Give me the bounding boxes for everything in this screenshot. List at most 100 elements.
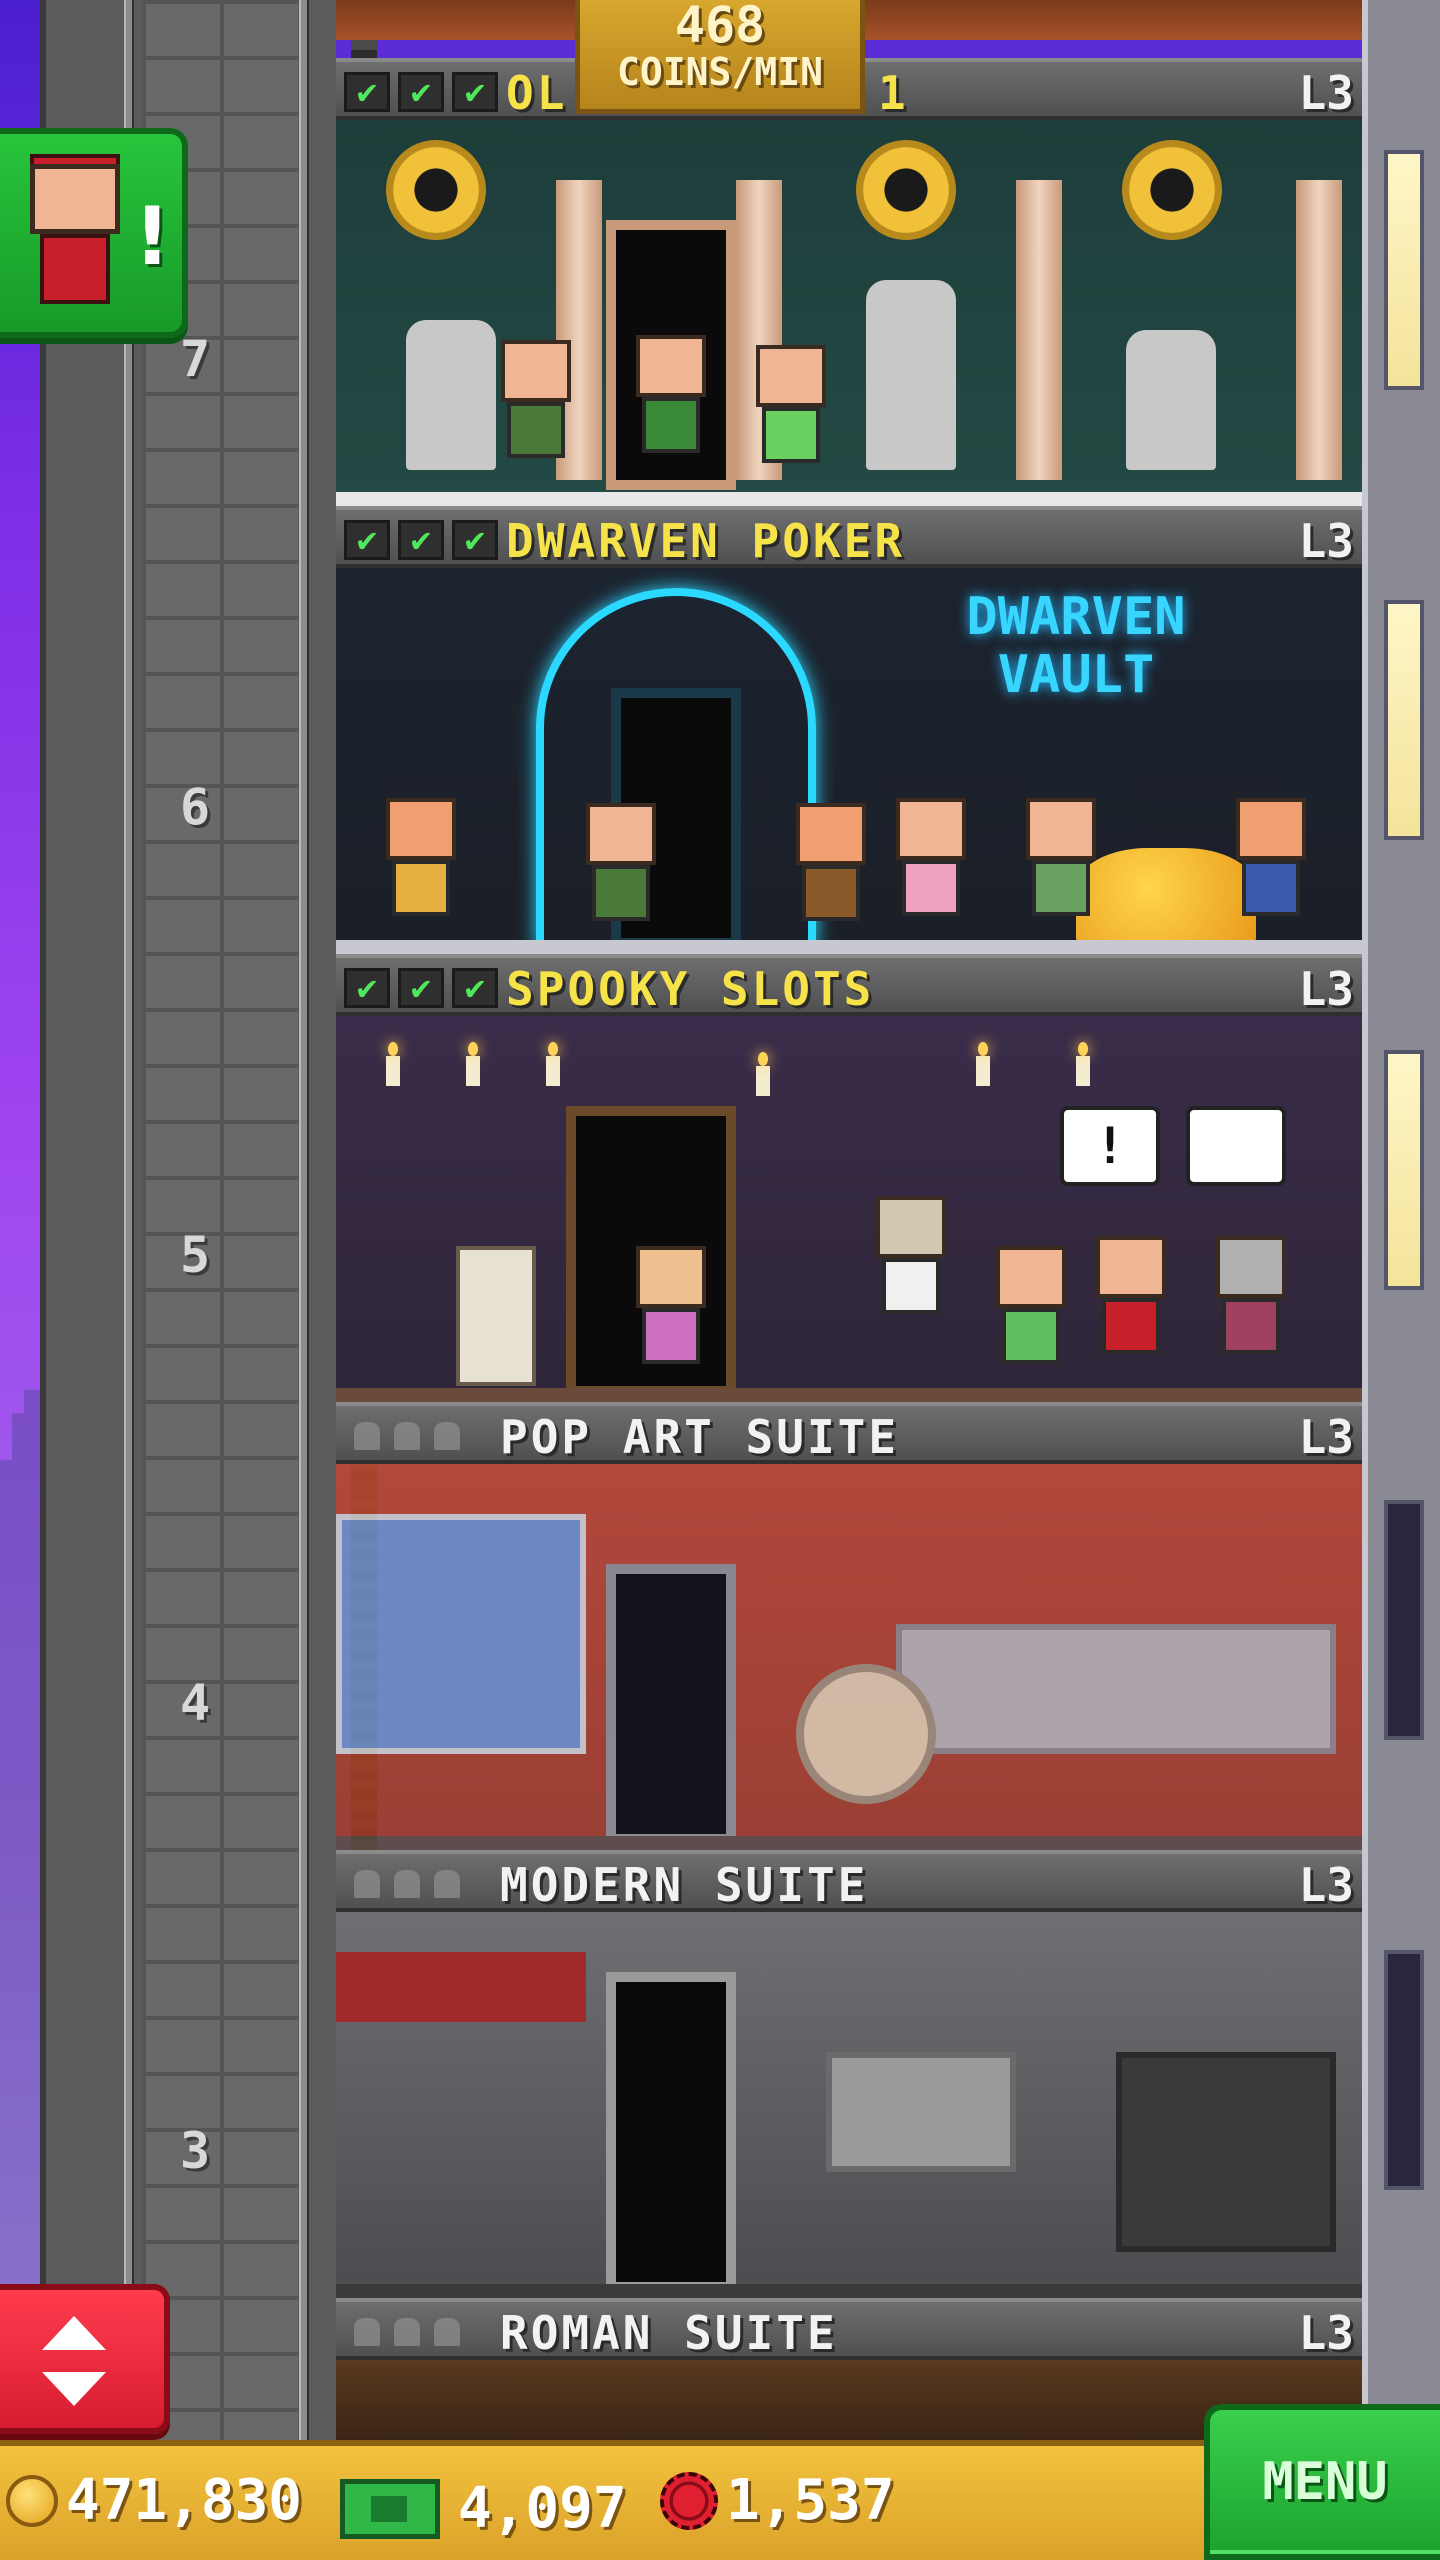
- bux-icon: [340, 2478, 440, 2539]
- bellhop-icon: [30, 164, 120, 234]
- guest-character[interactable]: [586, 803, 656, 933]
- pillar: [1016, 180, 1062, 480]
- vault-sign-line2: VAULT: [997, 645, 1155, 705]
- room-door: [606, 1972, 736, 2292]
- floor-banner[interactable]: POP ART SUITE L3: [336, 1402, 1362, 1464]
- guest-character[interactable]: [876, 1196, 946, 1326]
- floor-banner[interactable]: ROMAN SUITE L3: [336, 2298, 1362, 2360]
- statue: [1126, 330, 1216, 470]
- room-interior[interactable]: !: [336, 1016, 1362, 1402]
- stock-checks: ✔ ✔ ✔: [344, 72, 498, 112]
- floor-title: MODERN SUITE: [500, 1858, 869, 1912]
- coin-icon: [6, 2474, 58, 2527]
- room-floor: [336, 492, 1362, 506]
- pop-art-painting: [336, 1514, 586, 1754]
- guest-character[interactable]: [756, 345, 826, 475]
- bux-stat[interactable]: 4,097: [340, 2476, 627, 2541]
- room-floor: [336, 940, 1362, 954]
- room-interior[interactable]: [336, 120, 1362, 506]
- speech-bubble-wizard-icon[interactable]: [1186, 1106, 1286, 1186]
- bellhop-uniform: [40, 234, 110, 304]
- candle: [466, 1042, 480, 1086]
- speech-bubble-alert[interactable]: !: [1060, 1106, 1160, 1186]
- pillar: [1296, 180, 1342, 480]
- floor-number-3: 3: [179, 2122, 211, 2180]
- statue: [406, 320, 496, 470]
- resident-slot-icon: [394, 1870, 420, 1898]
- check-icon: ✔: [344, 968, 390, 1008]
- guest-character[interactable]: [896, 798, 966, 928]
- bellhop-notification-button[interactable]: !: [0, 128, 188, 338]
- check-icon: ✔: [344, 520, 390, 560]
- coins-per-min-banner[interactable]: 468 COINS/MIN: [575, 0, 865, 114]
- resident-slot-icon: [354, 2318, 380, 2346]
- floor-banner[interactable]: ✔ ✔ ✔ SPOOKY SLOTS L3: [336, 954, 1362, 1016]
- stock-checks: ✔ ✔ ✔: [344, 968, 498, 1008]
- resident-slot-icon: [394, 1422, 420, 1450]
- floor-number-7: 7: [179, 330, 211, 388]
- menu-button[interactable]: MENU: [1204, 2404, 1440, 2560]
- menu-label: MENU: [1262, 2452, 1388, 2512]
- zombie-character[interactable]: [1216, 1236, 1286, 1366]
- spade-emblem-icon: [856, 140, 956, 240]
- floor-banner[interactable]: MODERN SUITE L3: [336, 1850, 1362, 1912]
- check-icon: ✔: [344, 72, 390, 112]
- room-floor: [336, 1388, 1362, 1402]
- room-interior[interactable]: [336, 1912, 1362, 2298]
- coins-stat[interactable]: 471,830: [6, 2468, 302, 2533]
- dwarf-character[interactable]: [386, 798, 456, 928]
- floor-banner[interactable]: ✔ ✔ ✔ DWARVEN POKER L3: [336, 506, 1362, 568]
- wall-art: [826, 2052, 1016, 2172]
- candle: [1076, 1042, 1090, 1086]
- bellhop-character[interactable]: [1096, 1236, 1166, 1366]
- candle: [386, 1042, 400, 1086]
- candle: [976, 1042, 990, 1086]
- dwarf-character[interactable]: [1236, 798, 1306, 928]
- coins-per-min-unit: COINS/MIN: [617, 50, 823, 94]
- room-interior[interactable]: DWARVEN VAULT: [336, 568, 1362, 954]
- sofa: [896, 1624, 1336, 1754]
- floor-title: ROMAN SUITE: [500, 2306, 838, 2360]
- coins-per-min-value: 468: [674, 0, 766, 54]
- resident-slot-icon: [434, 2318, 460, 2346]
- floor-level: L3: [1298, 514, 1354, 568]
- arrow-down-icon: [42, 2372, 106, 2406]
- vault-sign-line1: DWARVEN: [966, 587, 1186, 647]
- check-icon: ✔: [398, 968, 444, 1008]
- floor-number-5: 5: [179, 1226, 211, 1284]
- shaft-rail-right: [299, 0, 309, 2440]
- guest-character[interactable]: [996, 1246, 1066, 1376]
- floor-3[interactable]: MODERN SUITE L3: [336, 1850, 1362, 2298]
- elevator-button[interactable]: [0, 2284, 170, 2434]
- guest-character[interactable]: [501, 340, 571, 470]
- floor-title: OL: [506, 66, 568, 120]
- window-lit: [1384, 1050, 1424, 1290]
- guest-character[interactable]: [636, 1246, 706, 1376]
- floor-7[interactable]: ✔ ✔ ✔ OL 1 L3: [336, 58, 1362, 506]
- floor-level: L3: [1298, 962, 1354, 1016]
- egg-chair: [796, 1664, 936, 1804]
- resident-slot-icon: [434, 1870, 460, 1898]
- chip-icon: [660, 2471, 718, 2530]
- bux-value: 4,097: [458, 2476, 627, 2541]
- check-icon: ✔: [398, 520, 444, 560]
- dwarf-character[interactable]: [796, 803, 866, 933]
- spade-emblem-icon: [386, 140, 486, 240]
- window-dark: [1384, 1950, 1424, 2190]
- resident-slot-icon: [354, 1870, 380, 1898]
- chips-stat[interactable]: 1,537: [660, 2468, 895, 2533]
- floor-title: SPOOKY SLOTS: [506, 962, 875, 1016]
- floor-4[interactable]: POP ART SUITE L3: [336, 1402, 1362, 1850]
- window-lit: [1384, 150, 1424, 390]
- resident-slots: [354, 1422, 460, 1450]
- floor-title: POP ART SUITE: [500, 1410, 900, 1464]
- floor-6[interactable]: ✔ ✔ ✔ DWARVEN POKER L3 DWARVEN VAULT: [336, 506, 1362, 954]
- guest-character[interactable]: [636, 335, 706, 465]
- check-icon: ✔: [452, 520, 498, 560]
- guest-character[interactable]: [1026, 798, 1096, 928]
- floor-number-6: 6: [179, 778, 211, 836]
- window-lit: [1384, 600, 1424, 840]
- room-interior[interactable]: [336, 1464, 1362, 1850]
- floor-title-suffix: 1: [878, 66, 909, 120]
- floor-5[interactable]: ✔ ✔ ✔ SPOOKY SLOTS L3 !: [336, 954, 1362, 1402]
